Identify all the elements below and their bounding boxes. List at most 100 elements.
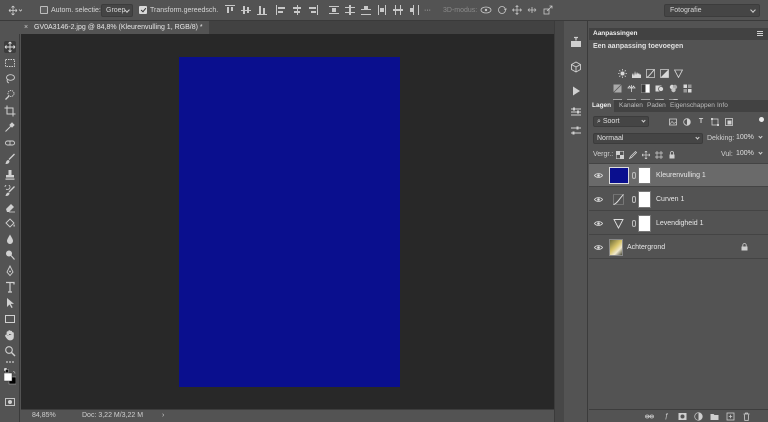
- blur-tool-icon[interactable]: [4, 233, 16, 245]
- hue-saturation-icon[interactable]: [613, 84, 622, 93]
- brush-tool-icon[interactable]: [4, 153, 16, 165]
- marquee-tool-icon[interactable]: [4, 57, 16, 69]
- tab-layers[interactable]: Lagen: [589, 100, 615, 112]
- panel-menu-icon[interactable]: [757, 31, 763, 37]
- brightness-contrast-icon[interactable]: [618, 69, 627, 78]
- lock-pixels-icon[interactable]: [629, 151, 637, 159]
- layer-row[interactable]: Kleurenvulling 1: [589, 164, 768, 187]
- mask-link-icon[interactable]: [632, 220, 636, 227]
- delete-layer-icon[interactable]: [742, 412, 751, 421]
- blend-mode-dropdown[interactable]: Normaal: [593, 133, 703, 144]
- 3d-slide-icon[interactable]: [527, 5, 537, 16]
- distribute-left-icon[interactable]: [377, 5, 387, 15]
- opacity-field[interactable]: 100%: [733, 133, 765, 144]
- lock-all-icon[interactable]: [668, 151, 676, 159]
- 3d-scale-icon[interactable]: [543, 5, 553, 16]
- path-selection-tool-icon[interactable]: [4, 297, 16, 309]
- type-tool-icon[interactable]: [4, 281, 16, 293]
- rectangle-tool-icon[interactable]: [4, 313, 16, 325]
- layer-filter-dropdown[interactable]: ⌕ Soort: [593, 116, 649, 127]
- 3d-orbit-icon[interactable]: [480, 5, 492, 16]
- 3d-pan-icon[interactable]: [512, 5, 522, 16]
- move-tool-options-icon[interactable]: [8, 5, 23, 16]
- mask-link-icon[interactable]: [632, 172, 636, 179]
- document-tab[interactable]: × GV0A3146-2.jpg @ 84,8% (Kleurenvulling …: [20, 21, 209, 34]
- tab-properties[interactable]: Eigenschappen: [670, 100, 715, 112]
- curves-icon[interactable]: [646, 69, 655, 78]
- color-balance-icon[interactable]: [627, 84, 636, 93]
- filter-toggle-icon[interactable]: [759, 117, 764, 122]
- filter-shape-icon[interactable]: [711, 118, 719, 126]
- lock-artboard-icon[interactable]: [655, 151, 663, 159]
- transform-controls-checkbox[interactable]: [139, 6, 147, 14]
- layer-row[interactable]: Achtergrond: [589, 236, 768, 259]
- color-lookup-icon[interactable]: [683, 84, 692, 93]
- distribute-bottom-icon[interactable]: [361, 5, 371, 15]
- close-icon[interactable]: ×: [24, 21, 32, 34]
- auto-select-checkbox[interactable]: [40, 6, 48, 14]
- actions-play-icon[interactable]: [570, 85, 582, 97]
- lock-position-icon[interactable]: [642, 151, 650, 159]
- history-brush-tool-icon[interactable]: [4, 185, 16, 197]
- lock-transparent-icon[interactable]: [616, 151, 624, 159]
- quick-mask-icon[interactable]: [4, 396, 16, 408]
- new-group-icon[interactable]: [710, 412, 719, 421]
- black-white-icon[interactable]: [641, 84, 650, 93]
- workspace-switcher[interactable]: Fotografie: [664, 4, 760, 17]
- visibility-eye-icon[interactable]: [594, 219, 603, 228]
- vibrance-adjustment-icon[interactable]: [613, 218, 624, 229]
- mask-link-icon[interactable]: [632, 196, 636, 203]
- lasso-tool-icon[interactable]: [4, 73, 16, 85]
- status-menu-arrow[interactable]: ›: [162, 410, 164, 422]
- align-horizontal-center-icon[interactable]: [292, 5, 302, 15]
- distribute-hcenter-icon[interactable]: [393, 5, 403, 15]
- properties-panel-icon[interactable]: [570, 36, 582, 48]
- more-options-icon[interactable]: ···: [424, 5, 431, 16]
- tab-channels[interactable]: Kanalen: [619, 100, 643, 112]
- visibility-eye-icon[interactable]: [594, 243, 603, 252]
- add-mask-icon[interactable]: [678, 412, 687, 421]
- adjustments-sliders-icon[interactable]: [570, 125, 582, 137]
- curves-adjustment-icon[interactable]: [613, 194, 624, 205]
- layer-mask-thumbnail[interactable]: [638, 215, 651, 232]
- auto-select-dropdown[interactable]: Groep: [101, 4, 133, 17]
- distribute-top-icon[interactable]: [329, 5, 339, 15]
- color-swatches[interactable]: [4, 368, 16, 388]
- vertical-scrollbar[interactable]: [554, 21, 564, 422]
- document-image[interactable]: [179, 57, 400, 387]
- filter-smart-object-icon[interactable]: [725, 118, 733, 126]
- more-tools-icon[interactable]: [4, 356, 16, 364]
- eraser-tool-icon[interactable]: [4, 201, 16, 213]
- levels-icon[interactable]: [632, 69, 641, 78]
- crop-tool-icon[interactable]: [4, 105, 16, 117]
- tab-paths[interactable]: Paden: [647, 100, 666, 112]
- pen-tool-icon[interactable]: [4, 265, 16, 277]
- link-layers-icon[interactable]: [645, 412, 654, 421]
- new-adjustment-layer-icon[interactable]: [694, 412, 703, 421]
- align-right-icon[interactable]: [308, 5, 318, 15]
- fill-color-thumbnail[interactable]: [609, 167, 629, 184]
- layer-style-icon[interactable]: ƒ: [662, 412, 671, 421]
- tab-info[interactable]: Info: [717, 100, 728, 112]
- layer-row[interactable]: Levendigheid 1: [589, 212, 768, 235]
- align-bottom-icon[interactable]: [257, 5, 267, 15]
- align-top-icon[interactable]: [225, 5, 235, 15]
- visibility-eye-icon[interactable]: [594, 195, 603, 204]
- healing-brush-tool-icon[interactable]: [4, 137, 16, 149]
- distribute-right-icon[interactable]: [409, 5, 419, 15]
- exposure-icon[interactable]: [660, 69, 669, 78]
- visibility-eye-icon[interactable]: [594, 171, 603, 180]
- align-vertical-center-icon[interactable]: [241, 5, 251, 15]
- clone-stamp-tool-icon[interactable]: [4, 169, 16, 181]
- brush-settings-icon[interactable]: [570, 106, 582, 118]
- distribute-vcenter-icon[interactable]: [345, 5, 355, 15]
- layer-mask-thumbnail[interactable]: [638, 167, 651, 184]
- quick-selection-tool-icon[interactable]: [4, 89, 16, 101]
- paint-bucket-tool-icon[interactable]: [4, 217, 16, 229]
- eyedropper-tool-icon[interactable]: [4, 121, 16, 133]
- align-left-icon[interactable]: [276, 5, 286, 15]
- fill-field[interactable]: 100%: [733, 149, 765, 160]
- dodge-tool-icon[interactable]: [4, 249, 16, 261]
- filter-type-icon[interactable]: T: [697, 118, 705, 126]
- vibrance-icon[interactable]: [674, 69, 683, 78]
